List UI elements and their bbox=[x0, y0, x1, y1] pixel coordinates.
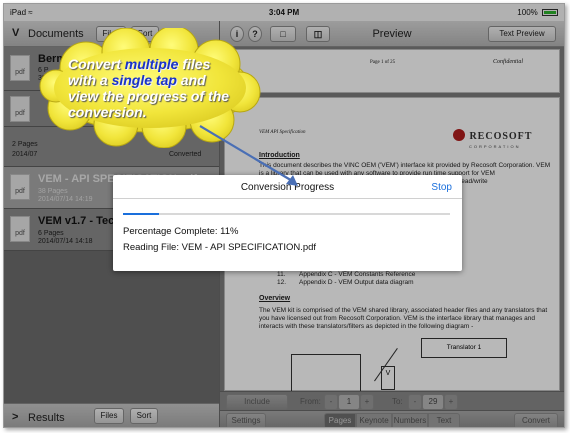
progress-bar bbox=[123, 213, 450, 215]
app-frame: iPad ≈ 3:04 PM 100% V Documents Files So… bbox=[3, 3, 565, 428]
callout-line-3: view the progress of the bbox=[68, 88, 230, 104]
stop-button[interactable]: Stop bbox=[431, 182, 452, 193]
callout-line-2: with a single tap and bbox=[68, 72, 206, 88]
callout-line-1: Convert multiple files bbox=[68, 56, 211, 72]
percentage-text: Percentage Complete: 11% bbox=[123, 226, 239, 237]
progress-bar-fill bbox=[123, 213, 159, 215]
reading-file-text: Reading File: VEM - API SPECIFICATION.pd… bbox=[123, 242, 317, 253]
callout-arrow-icon bbox=[199, 125, 298, 186]
callout-text: Convert multiple files with a single tap… bbox=[68, 56, 258, 120]
callout-line-4: conversion. bbox=[68, 104, 147, 120]
